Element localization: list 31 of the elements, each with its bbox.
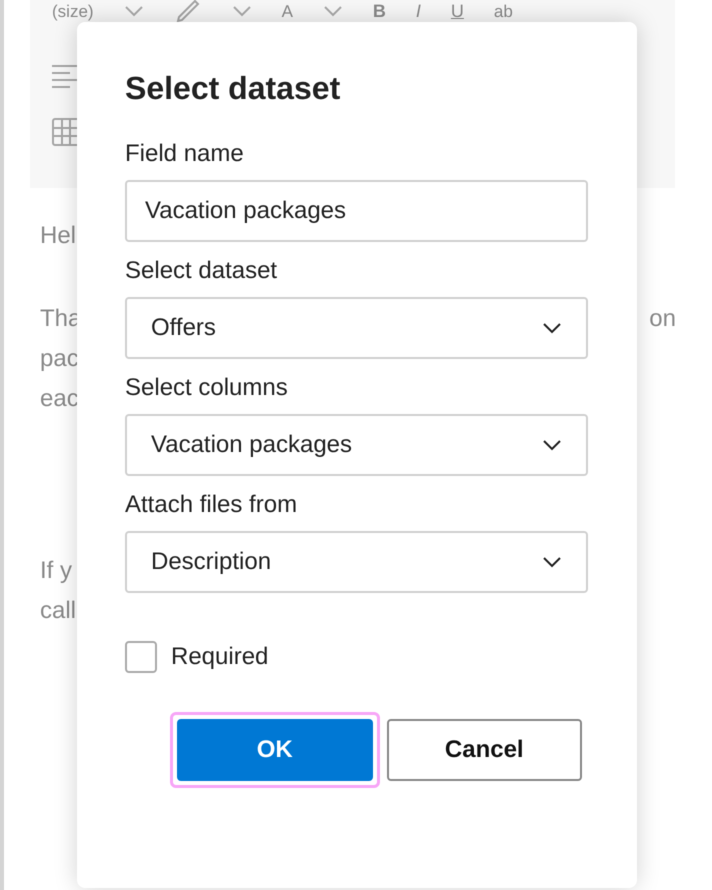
body-text: eac [40,384,79,414]
field-label: Select dataset [125,256,278,286]
chevron-down-icon [322,5,343,17]
dropdown[interactable]: Offers [125,297,588,359]
underline-button[interactable]: U [450,2,464,20]
bold-button[interactable]: B [372,2,386,20]
italic-button[interactable]: I [416,2,421,20]
chevron-down-icon [542,556,562,568]
field-label: Select columns [125,373,289,403]
toolbar-text[interactable]: (size) [52,2,94,20]
checkbox-label: Required [171,642,268,672]
body-text: If y [40,556,72,586]
chevron-down-icon [232,5,252,17]
body-text: call [40,596,76,626]
body-text: pac [40,344,79,374]
checkbox[interactable] [125,641,157,673]
toolbar-text[interactable]: ab [494,2,513,20]
toolbar-text[interactable]: A [282,2,293,20]
body-text: Hel [40,221,76,251]
dropdown[interactable]: Vacation packages [125,414,588,476]
ok-button[interactable]: OK [170,712,380,788]
field-label: Attach files from [125,490,298,520]
chevron-down-icon [124,5,144,17]
input-field[interactable]: Vacation packages [125,180,588,242]
chevron-down-icon [542,439,562,451]
align-left-icon[interactable] [52,64,78,88]
chevron-down-icon [542,322,562,334]
dialog-title: Select dataset [125,69,342,108]
dropdown[interactable]: Description [125,531,588,593]
body-text: on [649,304,676,334]
field-label: Field name [125,139,245,169]
